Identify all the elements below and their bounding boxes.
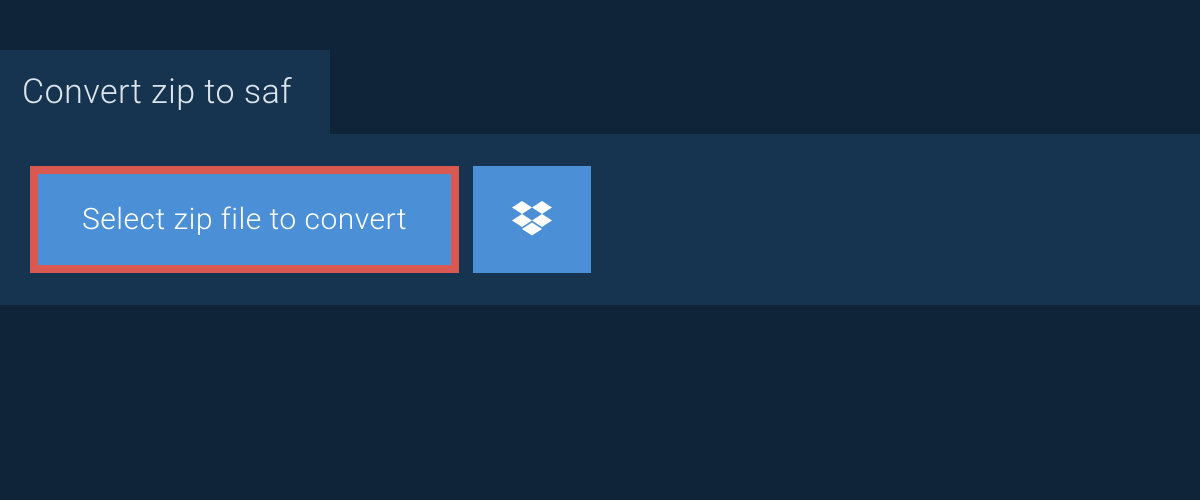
page-title: Convert zip to saf (22, 72, 292, 112)
tab-header: Convert zip to saf (0, 50, 330, 134)
button-row: Select zip file to convert (30, 166, 1170, 273)
select-file-button[interactable]: Select zip file to convert (30, 166, 459, 273)
select-file-label: Select zip file to convert (82, 202, 407, 237)
dropbox-button[interactable] (473, 166, 591, 273)
conversion-panel: Select zip file to convert (0, 134, 1200, 305)
dropbox-icon (512, 201, 552, 239)
